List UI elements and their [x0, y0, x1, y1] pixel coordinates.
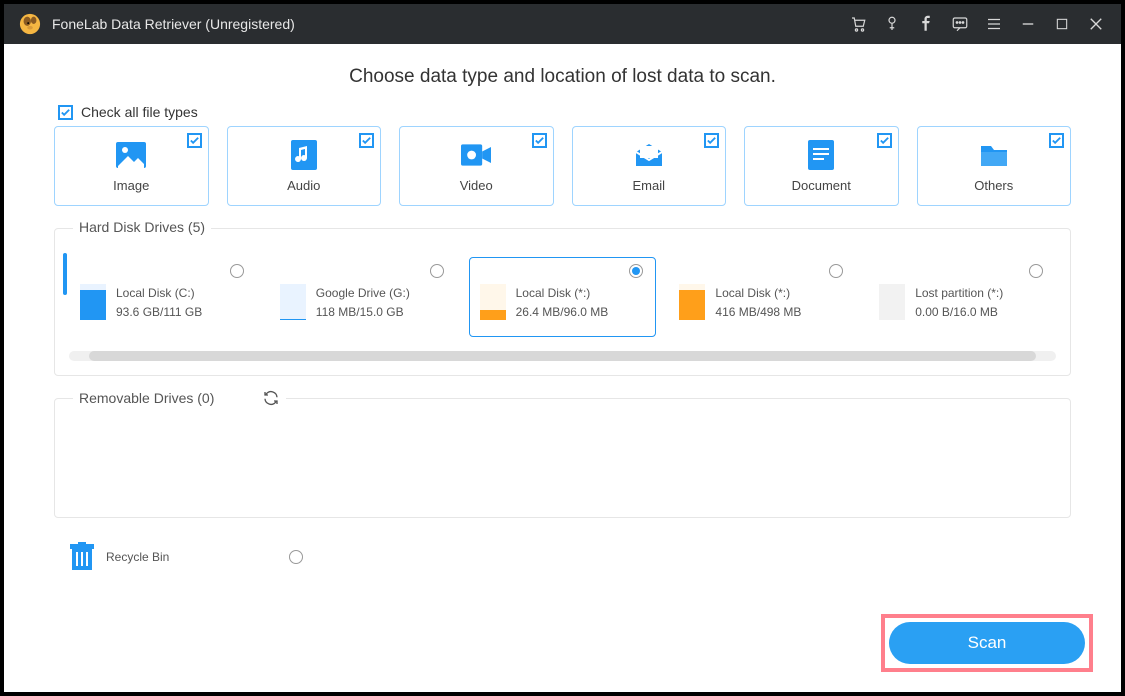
document-icon: [806, 140, 836, 170]
drive-item[interactable]: Lost partition (*:) 0.00 B/16.0 MB: [868, 257, 1056, 337]
audio-icon: [289, 140, 319, 170]
drive-usage: 118 MB/15.0 GB: [316, 303, 410, 322]
titlebar: FoneLab Data Retriever (Unregistered): [4, 4, 1121, 44]
drive-usage: 416 MB/498 MB: [715, 303, 801, 322]
usage-bar: [679, 284, 705, 320]
facebook-icon[interactable]: [909, 4, 943, 44]
type-checkbox[interactable]: [359, 133, 374, 148]
drive-name: Local Disk (*:): [715, 284, 801, 303]
drive-item[interactable]: Local Disk (*:) 416 MB/498 MB: [668, 257, 856, 337]
drive-name: Local Disk (C:): [116, 284, 202, 303]
drive-name: Lost partition (*:): [915, 284, 1003, 303]
usage-bar: [80, 284, 106, 320]
drive-item[interactable]: Google Drive (G:) 118 MB/15.0 GB: [269, 257, 457, 337]
check-all-row[interactable]: Check all file types: [54, 104, 1071, 120]
drive-list: Local Disk (C:) 93.6 GB/111 GB Google Dr…: [69, 257, 1056, 337]
type-label: Video: [460, 178, 493, 193]
app-logo-icon: [18, 12, 42, 36]
page-headline: Choose data type and location of lost da…: [54, 66, 1071, 88]
cart-icon[interactable]: [841, 4, 875, 44]
image-icon: [116, 140, 146, 170]
others-icon: [979, 140, 1009, 170]
removable-title: Removable Drives (0): [79, 390, 214, 406]
drive-radio[interactable]: [629, 264, 643, 278]
type-label: Document: [792, 178, 851, 193]
type-card-image[interactable]: Image: [54, 126, 209, 206]
type-card-audio[interactable]: Audio: [227, 126, 382, 206]
maximize-button[interactable]: [1045, 4, 1079, 44]
recycle-bin-label: Recycle Bin: [106, 550, 169, 564]
recycle-bin-icon: [68, 542, 96, 572]
type-checkbox[interactable]: [1049, 133, 1064, 148]
recycle-bin-row: Recycle Bin: [54, 542, 1071, 572]
drive-radio[interactable]: [430, 264, 444, 278]
type-label: Email: [632, 178, 665, 193]
refresh-icon[interactable]: [262, 389, 280, 407]
drive-name: Local Disk (*:): [516, 284, 609, 303]
type-label: Audio: [287, 178, 320, 193]
drive-usage: 0.00 B/16.0 MB: [915, 303, 1003, 322]
type-checkbox[interactable]: [704, 133, 719, 148]
removable-section: Removable Drives (0): [54, 398, 1071, 518]
type-checkbox[interactable]: [532, 133, 547, 148]
drive-radio[interactable]: [230, 264, 244, 278]
type-card-video[interactable]: Video: [399, 126, 554, 206]
minimize-button[interactable]: [1011, 4, 1045, 44]
type-card-document[interactable]: Document: [744, 126, 899, 206]
type-checkbox[interactable]: [187, 133, 202, 148]
scan-highlight: Scan: [881, 614, 1093, 672]
usage-bar: [280, 284, 306, 320]
type-card-email[interactable]: Email: [572, 126, 727, 206]
main-content: Choose data type and location of lost da…: [4, 44, 1121, 692]
drive-usage: 26.4 MB/96.0 MB: [516, 303, 609, 322]
type-checkbox[interactable]: [877, 133, 892, 148]
drive-item[interactable]: Local Disk (*:) 26.4 MB/96.0 MB: [469, 257, 657, 337]
drive-name: Google Drive (G:): [316, 284, 410, 303]
recycle-bin-item[interactable]: Recycle Bin: [68, 542, 169, 572]
file-type-row: Image Audio Video Email Document Others: [54, 126, 1071, 206]
scroll-indicator: [63, 253, 67, 295]
drive-usage: 93.6 GB/111 GB: [116, 303, 202, 322]
menu-icon[interactable]: [977, 4, 1011, 44]
close-button[interactable]: [1079, 4, 1113, 44]
drive-radio[interactable]: [829, 264, 843, 278]
type-label: Image: [113, 178, 149, 193]
check-all-checkbox[interactable]: [58, 105, 73, 120]
usage-bar: [480, 284, 506, 320]
hard-disk-title: Hard Disk Drives (5): [73, 219, 211, 235]
type-label: Others: [974, 178, 1013, 193]
recycle-bin-radio[interactable]: [289, 550, 303, 564]
app-title: FoneLab Data Retriever (Unregistered): [52, 16, 295, 32]
type-card-others[interactable]: Others: [917, 126, 1072, 206]
key-icon[interactable]: [875, 4, 909, 44]
scan-button[interactable]: Scan: [889, 622, 1085, 664]
video-icon: [461, 140, 491, 170]
check-all-label: Check all file types: [81, 104, 198, 120]
feedback-icon[interactable]: [943, 4, 977, 44]
hard-disk-section: Hard Disk Drives (5) Local Disk (C:) 93.…: [54, 228, 1071, 376]
email-icon: [634, 140, 664, 170]
horizontal-scrollbar[interactable]: [69, 351, 1056, 361]
drive-item[interactable]: Local Disk (C:) 93.6 GB/111 GB: [69, 257, 257, 337]
drive-radio[interactable]: [1029, 264, 1043, 278]
usage-bar: [879, 284, 905, 320]
